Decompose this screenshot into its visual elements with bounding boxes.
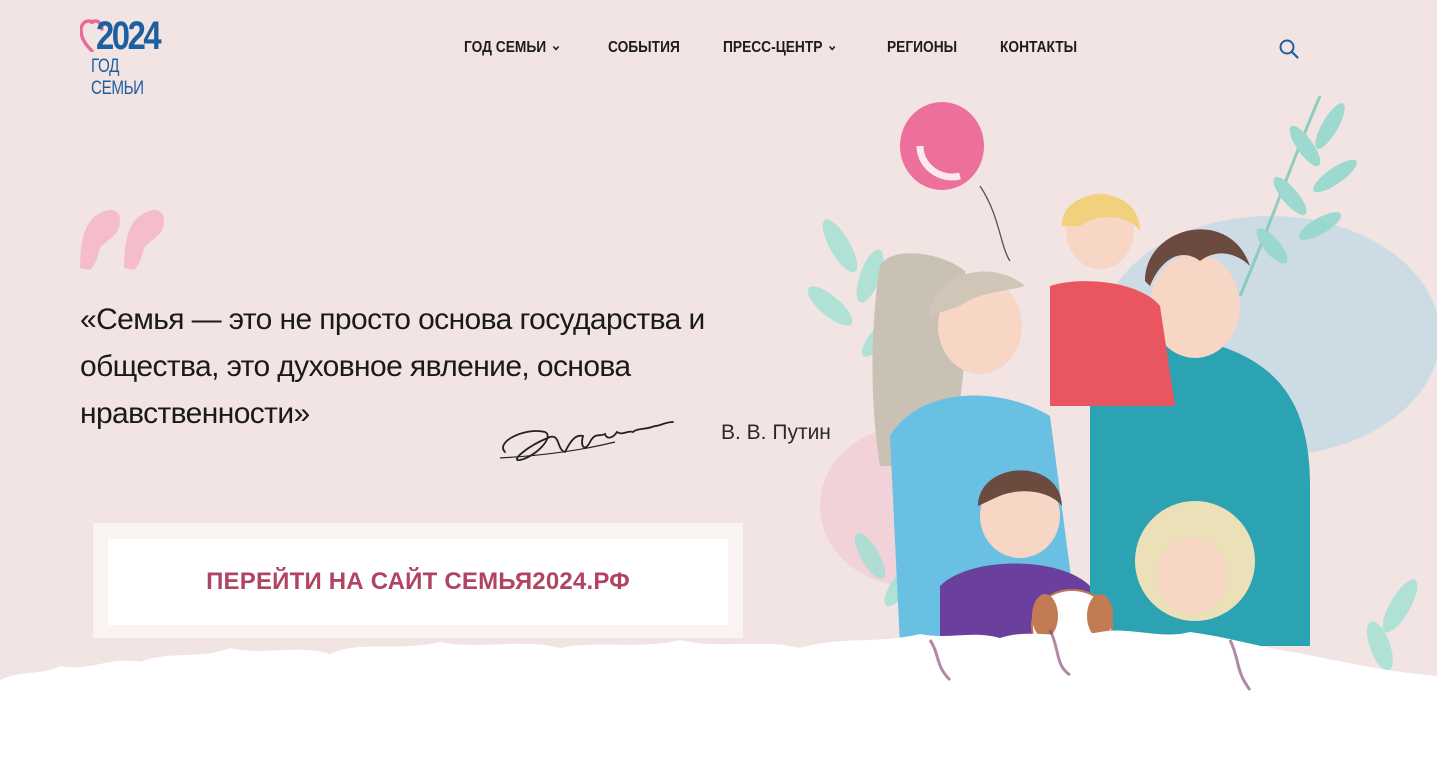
nav-item-label: ГОД СЕМЬИ: [464, 39, 547, 56]
logo-subtitle: ГОД СЕМЬИ: [91, 56, 144, 99]
cta-button-label: ПЕРЕЙТИ НА САЙТ СЕМЬЯ2024.РФ: [206, 568, 630, 595]
nav-item-press-center[interactable]: ПРЕСС-ЦЕНТР: [723, 36, 836, 60]
quote-text: «Семья — это не просто основа государств…: [80, 303, 705, 430]
chevron-down-icon: [828, 45, 836, 51]
nav-item-label: СОБЫТИЯ: [607, 39, 680, 56]
signature-image: [499, 421, 674, 461]
white-brush-stroke: [0, 629, 1437, 759]
quote-author: В. В. Путин: [721, 421, 831, 444]
curly-girl: [1135, 501, 1255, 621]
main-nav: ГОД СЕМЬИ СОБЫТИЯ ПРЕСС-ЦЕНТР РЕГИОНЫ КО…: [464, 36, 1122, 60]
nav-item-label: ПРЕСС-ЦЕНТР: [723, 39, 823, 56]
nav-item-regiony[interactable]: РЕГИОНЫ: [887, 36, 957, 60]
site-header: 2024 ГОД СЕМЬИ ГОД СЕМЬИ СОБЫТИЯ ПРЕСС-Ц…: [0, 0, 1437, 99]
quote-marks-icon: [80, 210, 164, 270]
search-icon[interactable]: [1278, 38, 1300, 60]
logo[interactable]: 2024 ГОД СЕМЬИ: [80, 14, 180, 99]
nav-item-label: КОНТАКТЫ: [1000, 39, 1078, 56]
logo-year: 2024: [96, 14, 162, 58]
balloon: [900, 102, 1011, 262]
chevron-down-icon: [552, 45, 559, 51]
nav-item-god-semi[interactable]: ГОД СЕМЬИ: [464, 36, 560, 60]
nav-item-label: РЕГИОНЫ: [886, 39, 957, 56]
nav-item-kontakty[interactable]: КОНТАКТЫ: [1000, 36, 1077, 60]
nav-item-sobytiya[interactable]: СОБЫТИЯ: [608, 36, 680, 60]
